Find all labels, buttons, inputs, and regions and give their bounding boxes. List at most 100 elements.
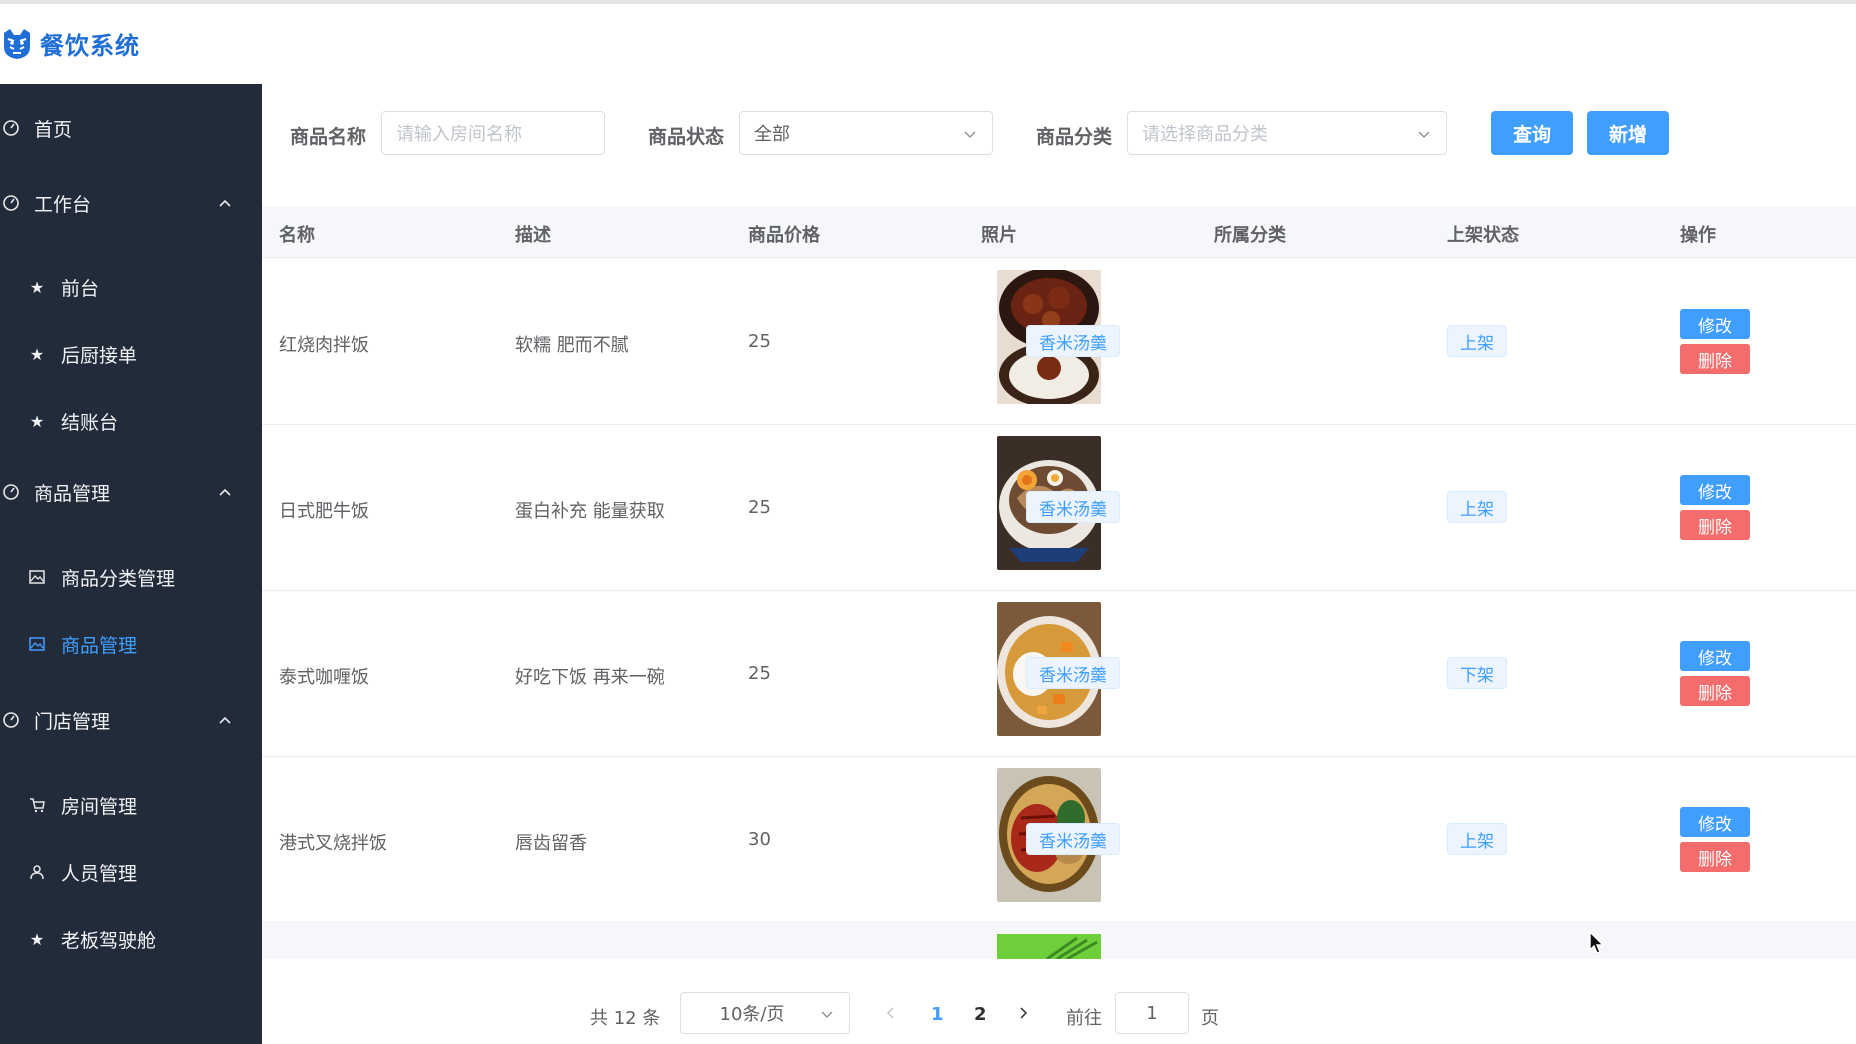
- edit-button[interactable]: 修改: [1680, 641, 1750, 671]
- sidebar-item-product-management[interactable]: 商品管理: [0, 616, 262, 672]
- sidebar-item-workbench[interactable]: 工作台: [0, 175, 262, 231]
- picture-icon: [29, 570, 45, 584]
- sidebar-item-staff-management[interactable]: 人员管理: [0, 844, 262, 900]
- app-logo[interactable]: 餐饮系统: [0, 26, 140, 61]
- sidebar-item-label: 后厨接单: [61, 344, 138, 367]
- sidebar-item-label: 门店管理: [34, 710, 111, 733]
- chevron-up-icon: [219, 488, 231, 496]
- tiger-logo-icon: [4, 28, 30, 59]
- sidebar-item-store-management[interactable]: 门店管理: [0, 692, 262, 748]
- table-row: 红烧肉拌饭 软糯 肥而不腻 25 香米汤羹 上架 修改 删除: [262, 259, 1856, 425]
- star-icon: ★: [29, 277, 45, 297]
- category-tag: 香米汤羹: [1026, 491, 1120, 523]
- name-search-input[interactable]: 请输入房间名称: [381, 111, 605, 155]
- product-price: 25: [748, 497, 771, 518]
- page-suffix: 页: [1201, 1008, 1219, 1029]
- product-price: 25: [748, 663, 771, 684]
- edit-button[interactable]: 修改: [1680, 807, 1750, 837]
- category-tag: 香米汤羹: [1026, 657, 1120, 689]
- pagination: 共 12 条 10条/页 1 2 前往 1 页: [262, 984, 1856, 1044]
- column-header-price: 商品价格: [748, 225, 820, 246]
- table-row: 泰式咖喱饭 好吃下饭 再来一碗 25 香米汤羹 下架 修改 删除: [262, 591, 1856, 757]
- edit-button[interactable]: 修改: [1680, 475, 1750, 505]
- chevron-right-icon[interactable]: [1016, 1006, 1030, 1020]
- column-header-category: 所属分类: [1214, 225, 1286, 246]
- sidebar-item-category-management[interactable]: 商品分类管理: [0, 549, 262, 605]
- status-tag: 上架: [1447, 325, 1507, 357]
- table-row: [262, 923, 1856, 959]
- page-number-2[interactable]: 2: [974, 1004, 987, 1025]
- query-button[interactable]: 查询: [1491, 111, 1573, 155]
- chevron-down-icon: [1418, 131, 1430, 139]
- category-tag: 香米汤羹: [1026, 325, 1120, 357]
- column-header-name: 名称: [279, 225, 315, 246]
- mouse-cursor-icon: [1589, 930, 1605, 954]
- sidebar-item-label: 房间管理: [61, 795, 138, 818]
- sidebar-item-label: 老板驾驶舱: [61, 929, 157, 952]
- product-name: 红烧肉拌饭: [279, 335, 369, 356]
- product-name: 日式肥牛饭: [279, 501, 369, 522]
- chevron-down-icon: [964, 131, 976, 139]
- sidebar-item-product-management-group[interactable]: 商品管理: [0, 464, 262, 520]
- column-header-actions: 操作: [1680, 225, 1716, 246]
- user-icon: [30, 865, 44, 880]
- sidebar-item-label: 工作台: [34, 193, 92, 216]
- goto-page-input[interactable]: 1: [1115, 992, 1189, 1034]
- dashboard-icon: [3, 712, 19, 728]
- sidebar-item-label: 人员管理: [61, 862, 138, 885]
- sidebar-item-home[interactable]: 首页: [0, 100, 262, 156]
- sidebar-item-kitchen-orders[interactable]: ★ 后厨接单: [0, 326, 262, 382]
- sidebar-item-checkout[interactable]: ★ 结账台: [0, 393, 262, 449]
- product-description: 软糯 肥而不腻: [515, 335, 629, 356]
- sidebar-item-label: 结账台: [61, 411, 119, 434]
- sidebar-item-label: 商品分类管理: [61, 567, 176, 590]
- cart-icon: [30, 798, 45, 813]
- dashboard-icon: [3, 484, 19, 500]
- picture-icon: [29, 637, 45, 651]
- delete-button[interactable]: 删除: [1680, 344, 1750, 374]
- status-select-value: 全部: [754, 124, 790, 145]
- column-header-photo: 照片: [981, 225, 1017, 246]
- sidebar-item-room-management[interactable]: 房间管理: [0, 777, 262, 833]
- table-header: 名称 描述 商品价格 照片 所属分类 上架状态 操作: [262, 206, 1856, 258]
- page-size-value: 10条/页: [719, 1004, 785, 1025]
- page-size-select[interactable]: 10条/页: [680, 992, 850, 1034]
- add-button[interactable]: 新增: [1587, 111, 1669, 155]
- page-number-1[interactable]: 1: [931, 1004, 944, 1025]
- status-tag: 下架: [1447, 657, 1507, 689]
- category-tag: 香米汤羹: [1026, 823, 1120, 855]
- column-header-status: 上架状态: [1447, 225, 1519, 246]
- main-content: 商品名称 请输入房间名称 商品状态 全部 商品分类 请选择商品分类 查询 新增 …: [262, 84, 1856, 1044]
- product-description: 唇齿留香: [515, 833, 587, 854]
- table-row: 日式肥牛饭 蛋白补充 能量获取 25 香米汤羹 上架 修改 删除: [262, 425, 1856, 591]
- edit-button[interactable]: 修改: [1680, 309, 1750, 339]
- chevron-up-icon: [219, 199, 231, 207]
- sidebar-item-boss-cockpit[interactable]: ★ 老板驾驶舱: [0, 911, 262, 967]
- delete-button[interactable]: 删除: [1680, 842, 1750, 872]
- status-tag: 上架: [1447, 491, 1507, 523]
- sidebar-item-label: 商品管理: [61, 634, 138, 657]
- product-photo[interactable]: [997, 934, 1101, 959]
- category-select[interactable]: 请选择商品分类: [1127, 111, 1447, 155]
- chevron-up-icon: [219, 716, 231, 724]
- star-icon: ★: [29, 929, 45, 949]
- status-tag: 上架: [1447, 823, 1507, 855]
- delete-button[interactable]: 删除: [1680, 676, 1750, 706]
- status-select[interactable]: 全部: [739, 111, 993, 155]
- pagination-total: 共 12 条: [590, 1008, 661, 1029]
- delete-button[interactable]: 删除: [1680, 510, 1750, 540]
- dashboard-icon: [3, 120, 19, 136]
- sidebar-item-frontdesk[interactable]: ★ 前台: [0, 259, 262, 315]
- status-filter-label: 商品状态: [648, 126, 725, 148]
- category-select-placeholder: 请选择商品分类: [1142, 124, 1268, 145]
- chevron-left-icon[interactable]: [884, 1006, 898, 1020]
- table-row: 港式叉烧拌饭 唇齿留香 30 香米汤羹 上架 修改 删除: [262, 757, 1856, 923]
- category-filter-label: 商品分类: [1036, 126, 1113, 148]
- star-icon: ★: [29, 411, 45, 431]
- sidebar: 首页 工作台 ★ 前台 ★ 后厨接单 ★ 结账台 商品管理 商品分类管理 商品管…: [0, 84, 262, 1044]
- product-description: 蛋白补充 能量获取: [515, 501, 665, 522]
- chevron-down-icon: [821, 1011, 833, 1019]
- app-header: 餐饮系统: [0, 4, 1856, 84]
- product-description: 好吃下饭 再来一碗: [515, 667, 665, 688]
- product-price: 30: [748, 829, 771, 850]
